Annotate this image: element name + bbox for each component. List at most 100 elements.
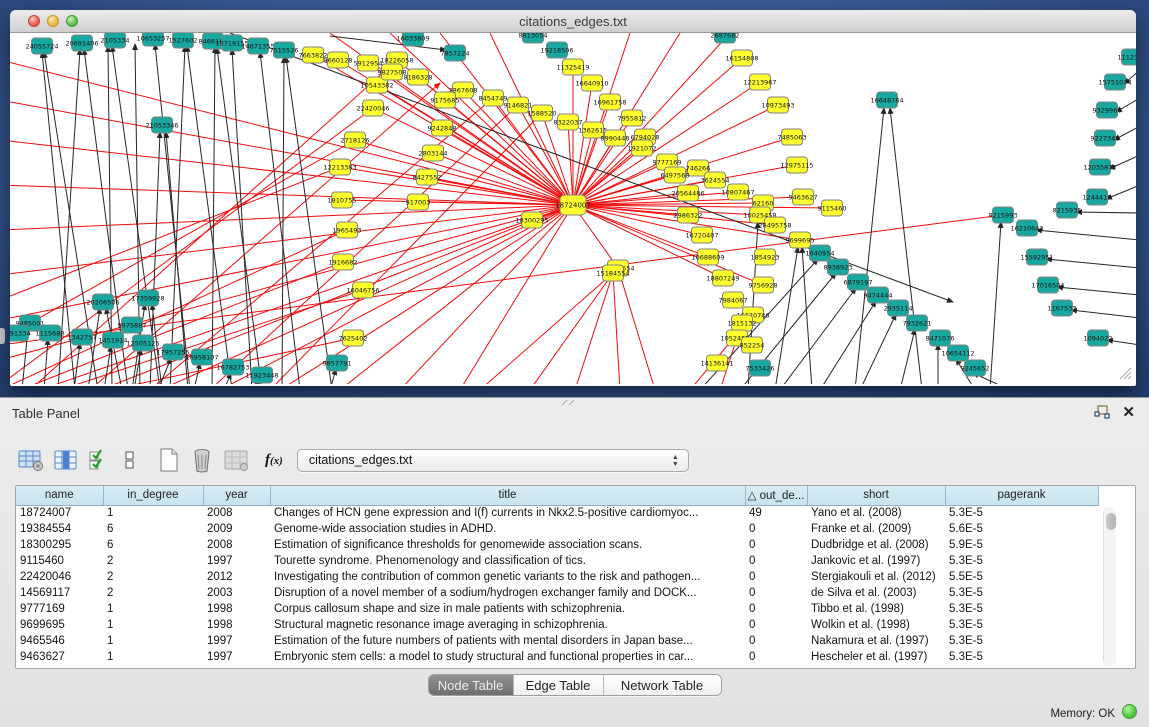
- table-cell[interactable]: 9115460: [16, 553, 103, 569]
- network-edge[interactable]: [820, 301, 876, 384]
- table-cell[interactable]: 5.3E-5: [945, 633, 1098, 649]
- network-edge[interactable]: [10, 205, 573, 230]
- new-table-icon[interactable]: [158, 448, 180, 472]
- network-edge[interactable]: [10, 205, 573, 275]
- table-cell[interactable]: 2: [103, 553, 203, 569]
- network-edge[interactable]: [220, 205, 573, 384]
- tab-edge-table[interactable]: Edge Table: [514, 675, 604, 695]
- network-edge[interactable]: [530, 273, 613, 384]
- table-row[interactable]: 946362711997Embryonic stem cells: a mode…: [16, 649, 1098, 665]
- table-cell[interactable]: Disruption of a novel member of a sodium…: [270, 585, 745, 601]
- table-cell[interactable]: 1998: [203, 601, 270, 617]
- table-cell[interactable]: Yano et al. (2008): [807, 505, 945, 521]
- close-panel-icon[interactable]: ✕: [1122, 405, 1135, 420]
- table-cell[interactable]: Estimation of the future numbers of pati…: [270, 633, 745, 649]
- table-cell[interactable]: 1: [103, 601, 203, 617]
- table-cell[interactable]: 1997: [203, 553, 270, 569]
- tab-network-table[interactable]: Network Table: [604, 675, 721, 695]
- column-header[interactable]: title: [270, 486, 745, 505]
- network-edge[interactable]: [40, 205, 573, 384]
- panel-collapse-handle[interactable]: [0, 328, 5, 344]
- table-cell[interactable]: Franke et al. (2009): [807, 521, 945, 537]
- network-edge[interactable]: [1057, 287, 1136, 295]
- table-cell[interactable]: 5.3E-5: [945, 505, 1098, 521]
- delete-table-icon[interactable]: [190, 448, 214, 473]
- function-builder-icon[interactable]: f(x): [265, 452, 283, 469]
- column-header[interactable]: year: [203, 486, 270, 505]
- network-edge[interactable]: [1036, 230, 1136, 240]
- table-cell[interactable]: Tibbo et al. (1998): [807, 601, 945, 617]
- table-cell[interactable]: 5.5E-5: [945, 569, 1098, 585]
- float-panel-icon[interactable]: [1094, 405, 1110, 420]
- network-edge[interactable]: [355, 140, 573, 205]
- network-edge[interactable]: [104, 346, 111, 384]
- network-edge[interactable]: [460, 205, 573, 384]
- table-cell[interactable]: Nakamura et al. (1997): [807, 633, 945, 649]
- network-edge[interactable]: [860, 314, 896, 384]
- network-edge[interactable]: [900, 329, 915, 384]
- table-cell[interactable]: Jankovic et al. (1997): [807, 553, 945, 569]
- tab-node-table[interactable]: Node Table: [429, 675, 514, 695]
- table-cell[interactable]: 5.3E-5: [945, 553, 1098, 569]
- table-row[interactable]: 977716911998Corpus callosum shape and si…: [16, 601, 1098, 617]
- table-cell[interactable]: 49: [745, 505, 807, 521]
- table-row[interactable]: 1938455462009Genome-wide association stu…: [16, 521, 1098, 537]
- network-edge[interactable]: [775, 247, 798, 384]
- table-cell[interactable]: 5.3E-5: [945, 649, 1098, 665]
- table-cell[interactable]: 14569117: [16, 585, 103, 601]
- network-edge[interactable]: [1071, 310, 1136, 318]
- table-scrollbar-thumb[interactable]: [1106, 513, 1116, 530]
- table-cell[interactable]: 18300295: [16, 537, 103, 553]
- table-cell[interactable]: Changes of HCN gene expression and I(f) …: [270, 505, 745, 521]
- network-edge[interactable]: [990, 222, 1001, 384]
- table-cell[interactable]: Structural magnetic resonance image aver…: [270, 617, 745, 633]
- table-cell[interactable]: 2012: [203, 569, 270, 585]
- table-cell[interactable]: 1: [103, 649, 203, 665]
- table-row[interactable]: 2242004622012Investigating the contribut…: [16, 569, 1098, 585]
- table-cell[interactable]: Wolkin et al. (1998): [807, 617, 945, 633]
- table-column-icon[interactable]: [54, 449, 78, 472]
- network-edge[interactable]: [613, 273, 620, 384]
- network-edge[interactable]: [212, 47, 215, 384]
- table-cell[interactable]: 1: [103, 505, 203, 521]
- table-cell[interactable]: 2008: [203, 537, 270, 553]
- table-cell[interactable]: Stergiakouli et al. (2012): [807, 569, 945, 585]
- table-cell[interactable]: Corpus callosum shape and size in male p…: [270, 601, 745, 617]
- table-cell[interactable]: 0: [745, 649, 807, 665]
- table-cell[interactable]: Estimation of significance thresholds fo…: [270, 537, 745, 553]
- table-cell[interactable]: 9465546: [16, 633, 103, 649]
- table-cell[interactable]: 0: [745, 585, 807, 601]
- table-cell[interactable]: Embryonic stem cells: a model to study s…: [270, 649, 745, 665]
- table-cell[interactable]: 1997: [203, 649, 270, 665]
- column-header[interactable]: pagerank: [945, 486, 1098, 505]
- table-cell[interactable]: 22420046: [16, 569, 103, 585]
- network-edge[interactable]: [780, 288, 856, 384]
- table-row[interactable]: 1872400712008Changes of HCN gene express…: [16, 505, 1098, 521]
- table-cell[interactable]: 5.3E-5: [945, 585, 1098, 601]
- table-cell[interactable]: 2: [103, 569, 203, 585]
- table-cell[interactable]: Genome-wide association studies in ADHD.: [270, 521, 745, 537]
- table-cell[interactable]: 9777169: [16, 601, 103, 617]
- table-cell[interactable]: Investigating the contribution of common…: [270, 569, 745, 585]
- network-table-select[interactable]: citations_edges.txt ▲▼: [297, 449, 689, 472]
- table-cell[interactable]: 0: [745, 617, 807, 633]
- network-edge[interactable]: [855, 108, 884, 384]
- table-cell[interactable]: 0: [745, 521, 807, 537]
- column-header[interactable]: short: [807, 486, 945, 505]
- network-edge[interactable]: [340, 205, 573, 384]
- table-row[interactable]: 969969511998Structural magnetic resonanc…: [16, 617, 1098, 633]
- table-scrollbar[interactable]: [1103, 507, 1116, 666]
- network-canvas[interactable]: 2405572420691406210533410653257152760284…: [10, 33, 1136, 384]
- table-cell[interactable]: 1998: [203, 617, 270, 633]
- table-cell[interactable]: 6: [103, 521, 203, 537]
- network-view-window[interactable]: citations_edges.txt 24055724206914062105…: [10, 10, 1136, 386]
- window-titlebar[interactable]: citations_edges.txt: [10, 10, 1136, 33]
- network-edge[interactable]: [1046, 259, 1136, 268]
- table-cell[interactable]: 18724007: [16, 505, 103, 521]
- splitter-grip-icon[interactable]: [560, 399, 578, 406]
- table-cell[interactable]: 5.3E-5: [945, 601, 1098, 617]
- table-cell[interactable]: 5.3E-5: [945, 617, 1098, 633]
- table-cell[interactable]: 9699695: [16, 617, 103, 633]
- table-cell[interactable]: 1997: [203, 633, 270, 649]
- table-cell[interactable]: Hescheler et al. (1997): [807, 649, 945, 665]
